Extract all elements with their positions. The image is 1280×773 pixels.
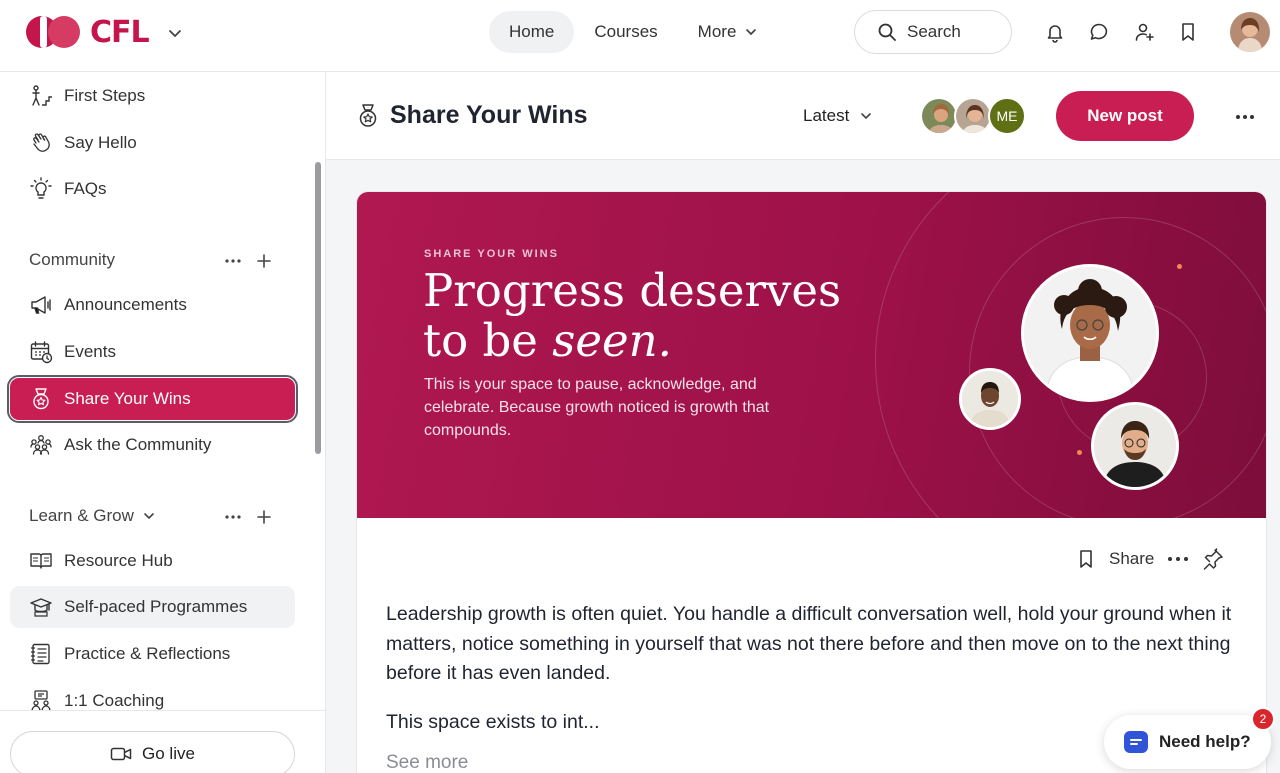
banner-eyebrow: SHARE YOUR WINS (424, 248, 559, 260)
more-icon[interactable] (224, 252, 242, 270)
post-banner: SHARE YOUR WINS Progress deserves to be … (357, 192, 1266, 518)
sidebar-item-events[interactable]: Events (10, 331, 295, 373)
sidebar-item-label: Self-paced Programmes (64, 597, 248, 616)
sidebar-footer: Go live (0, 710, 325, 773)
sidebar-item-ask-the-community[interactable]: Ask the Community (10, 424, 295, 466)
graduation-cap-icon (28, 594, 54, 620)
sidebar-item-label: Practice & Reflections (64, 644, 231, 663)
section-actions (224, 252, 272, 270)
person-photo (1021, 264, 1159, 402)
more-options-icon[interactable] (1166, 550, 1190, 568)
sidebar-item-label: Announcements (64, 295, 187, 314)
go-live-label: Go live (142, 744, 195, 763)
brand-name: CFL (90, 14, 150, 50)
sidebar-item-label: First Steps (64, 86, 146, 105)
member-avatar (954, 97, 992, 135)
decorative-dot (1077, 450, 1082, 455)
steps-icon (28, 83, 54, 109)
bookmark-icon[interactable] (1177, 21, 1199, 43)
brand-logo[interactable]: CFL (26, 14, 150, 50)
post-actions: Share (1075, 548, 1224, 570)
notebook-icon (28, 641, 54, 667)
pin-icon[interactable] (1202, 548, 1224, 570)
page-title: Share Your Wins (390, 101, 588, 129)
sidebar-scrollbar[interactable] (315, 162, 321, 454)
chevron-down-icon (144, 513, 154, 520)
sidebar-item-say-hello[interactable]: Say Hello (10, 122, 295, 164)
go-live-button[interactable]: Go live (10, 731, 295, 773)
chevron-down-icon[interactable] (166, 24, 184, 42)
medal-icon (359, 104, 377, 127)
sidebar-item-faqs[interactable]: FAQs (10, 168, 295, 210)
plus-icon[interactable] (256, 509, 272, 525)
banner-subtext: This is your space to pause, acknowledge… (424, 376, 770, 439)
post-paragraph: Leadership growth is often quiet. You ha… (386, 603, 1232, 684)
sidebar-item-self-paced-programmes[interactable]: Self-paced Programmes (10, 586, 295, 628)
sidebar-item-label: Share Your Wins (64, 389, 191, 408)
search-button[interactable]: Search (854, 10, 1012, 54)
lightbulb-icon (28, 176, 54, 202)
bell-icon[interactable] (1044, 21, 1066, 43)
sidebar-item-announcements[interactable]: Announcements (10, 284, 295, 326)
need-help-button[interactable]: Need help? (1104, 715, 1271, 769)
more-icon[interactable] (224, 508, 242, 526)
share-button[interactable]: Share (1109, 549, 1154, 569)
sidebar-item-practice-reflections[interactable]: Practice & Reflections (10, 633, 295, 675)
bookmark-icon[interactable] (1075, 548, 1097, 570)
section-title-learn-grow[interactable]: Learn & Grow (29, 506, 156, 526)
sort-label: Latest (803, 106, 850, 125)
more-options-icon[interactable] (1234, 108, 1256, 126)
help-chat-icon (1124, 731, 1148, 753)
person-photo (1091, 402, 1179, 490)
nav-home[interactable]: Home (489, 11, 575, 53)
plus-icon[interactable] (256, 253, 272, 269)
main-nav: Home Courses More (489, 11, 778, 53)
megaphone-icon (28, 292, 54, 318)
search-label: Search (907, 22, 961, 41)
add-person-icon[interactable] (1133, 21, 1155, 43)
member-avatar-initials: ME (988, 97, 1026, 135)
sidebar-item-label: 1:1 Coaching (64, 691, 165, 710)
user-avatar[interactable] (1230, 12, 1270, 52)
chevron-down-icon (746, 29, 757, 36)
main-content: Share Your Wins Latest ME New post SHARE… (326, 72, 1280, 773)
calendar-icon (28, 339, 54, 365)
nav-courses[interactable]: Courses (574, 11, 677, 53)
space-header: Share Your Wins Latest ME New post (326, 72, 1280, 160)
top-bar: CFL Home Courses More Search (0, 0, 1280, 72)
sort-dropdown[interactable]: Latest (803, 106, 873, 126)
chat-icon[interactable] (1088, 21, 1110, 43)
see-more-link[interactable]: See more (386, 752, 468, 773)
nav-more[interactable]: More (678, 11, 779, 53)
sidebar-item-share-your-wins[interactable]: Share Your Wins (7, 375, 298, 423)
section-title-community[interactable]: Community (29, 250, 115, 270)
video-camera-icon (110, 747, 132, 761)
chevron-down-icon (861, 113, 872, 120)
person-photo (959, 368, 1021, 430)
post-card: SHARE YOUR WINS Progress deserves to be … (356, 191, 1267, 773)
member-avatar (920, 97, 958, 135)
sidebar-item-label: Resource Hub (64, 551, 173, 570)
search-icon (878, 23, 896, 41)
notification-badge: 2 (1251, 707, 1275, 731)
sidebar: First Steps Say Hello FAQs Community Ann… (0, 72, 326, 773)
medal-icon (28, 386, 54, 412)
need-help-label: Need help? (1159, 732, 1251, 751)
brand-logo-mark (26, 15, 84, 49)
wave-icon (28, 130, 54, 156)
member-avatars[interactable]: ME (920, 97, 1026, 135)
book-icon (28, 548, 54, 574)
decorative-dot (1177, 264, 1182, 269)
sidebar-item-first-steps[interactable]: First Steps (10, 75, 295, 117)
new-post-button[interactable]: New post (1056, 91, 1194, 141)
sidebar-item-label: Say Hello (64, 133, 137, 152)
sidebar-item-label: Events (64, 342, 116, 361)
sidebar-item-label: Ask the Community (64, 435, 212, 454)
sidebar-item-resource-hub[interactable]: Resource Hub (10, 540, 295, 582)
people-icon (28, 432, 54, 458)
sidebar-item-label: FAQs (64, 179, 107, 198)
banner-headline: Progress deserves to be seen. (423, 264, 842, 367)
section-actions (224, 508, 272, 526)
